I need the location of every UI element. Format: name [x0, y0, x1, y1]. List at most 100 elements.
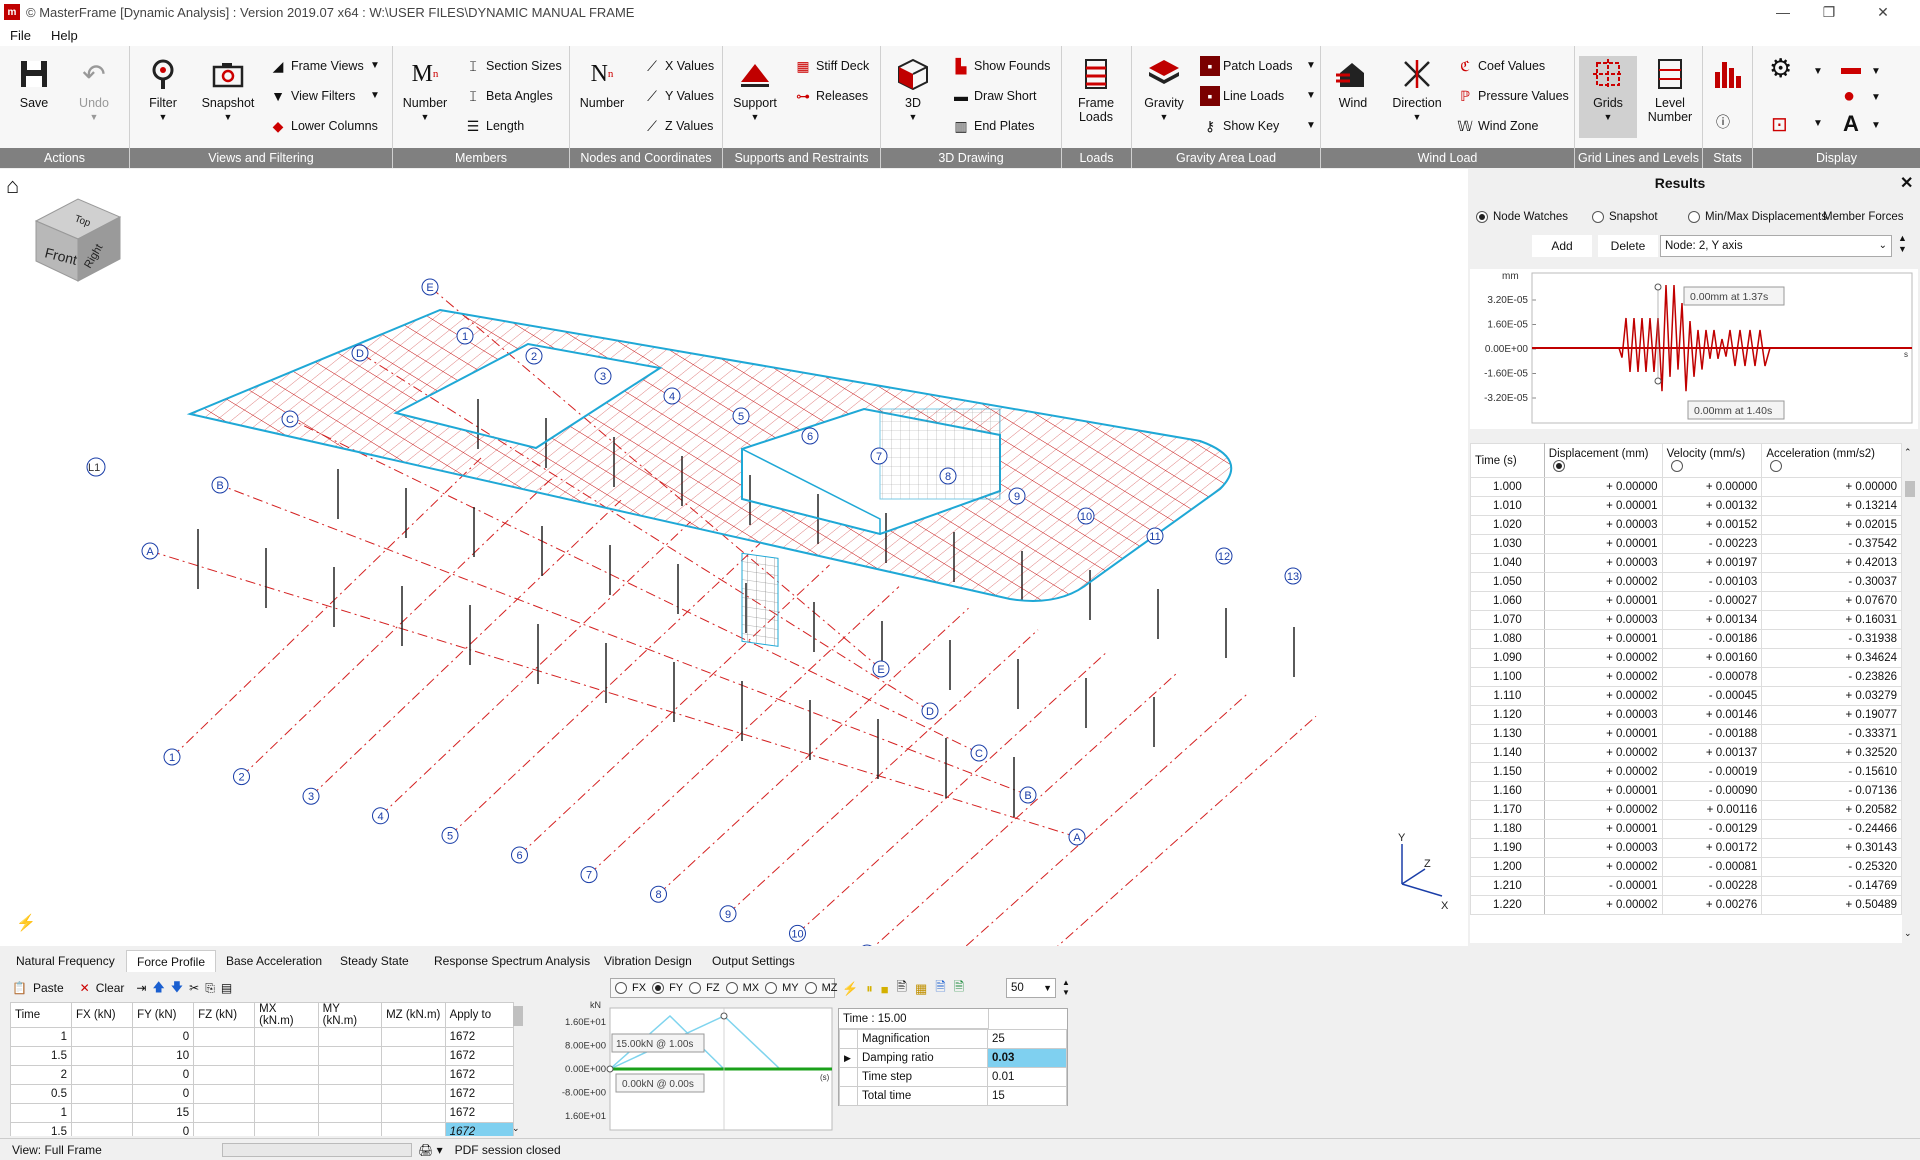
speed-spin-icon[interactable]: ▲ ▼ [1062, 978, 1070, 998]
force-row[interactable]: 1.5 10 1672 [10, 1046, 514, 1066]
force-scroll-down-icon[interactable]: ⌄ [512, 1123, 520, 1134]
node-display-button[interactable]: ⊡ [1771, 112, 1788, 136]
force-row[interactable]: 0.5 0 1672 [10, 1084, 514, 1104]
node-watches-radio[interactable]: Node Watches [1476, 211, 1568, 223]
force-cell[interactable] [381, 1046, 446, 1066]
result-row[interactable]: 1.220 + 0.00002 + 0.00276 + 0.50489 [1470, 895, 1902, 915]
end-plates-button[interactable]: ▥ End Plates [951, 114, 1034, 138]
result-row[interactable]: 1.190 + 0.00003 + 0.00172 + 0.30143 [1470, 838, 1902, 858]
force-cell[interactable] [193, 1027, 256, 1047]
force-cell[interactable]: 0 [132, 1122, 195, 1136]
scroll-down-icon[interactable]: ⌄ [1904, 928, 1912, 939]
section-sizes-button[interactable]: 𝙸 Section Sizes [463, 54, 562, 78]
force-cell[interactable]: 1672 [444, 1122, 514, 1136]
color-dropdown-icon[interactable]: ▼ [1871, 92, 1881, 103]
result-row[interactable]: 1.160 + 0.00001- 0.00090- 0.07136 [1470, 781, 1902, 801]
tab-response-spectrum[interactable]: Response Spectrum Analysis [424, 950, 600, 972]
setting-row[interactable]: Magnification 25 [839, 1029, 1067, 1049]
force-cell[interactable]: 0 [132, 1084, 195, 1104]
force-cell[interactable]: 1 [10, 1103, 73, 1123]
force-profile-graph[interactable]: kN 1.60E+01 8.00E+00 0.00E+00 -8.00E+00 1.60… [550, 1000, 835, 1132]
result-row[interactable]: 1.120 + 0.00003 + 0.00146 + 0.19077 [1470, 705, 1902, 725]
force-cell[interactable] [254, 1065, 319, 1085]
solve-icon[interactable]: ⚡ [842, 981, 858, 997]
force-cell[interactable]: 15 [132, 1103, 195, 1123]
length-button[interactable]: ☰ Length [463, 114, 525, 138]
result-row[interactable]: 1.090 + 0.00002 + 0.00160 + 0.34624 [1470, 648, 1902, 668]
minimize-button[interactable]: — [1760, 0, 1806, 24]
force-row[interactable]: 1 15 1672 [10, 1103, 514, 1123]
add-button[interactable]: Add [1532, 235, 1592, 257]
force-cell[interactable] [193, 1046, 256, 1066]
close-panel-icon[interactable]: ✕ [1900, 173, 1913, 193]
node-display-dropdown-icon[interactable]: ▼ [1813, 118, 1823, 129]
copy-icon[interactable]: ⎘ [205, 981, 215, 996]
tab-force-profile[interactable]: Force Profile [126, 950, 217, 972]
wind-zone-button[interactable]: 𝕎 Wind Zone [1455, 114, 1538, 138]
force-cell[interactable] [71, 1122, 134, 1136]
tab-steady-state[interactable]: Steady State [330, 950, 419, 972]
force-row[interactable]: 1.5 0 1672 [10, 1122, 514, 1136]
stats-info-button[interactable]: ⓘ [1713, 110, 1736, 134]
profile-radio-my[interactable]: MY [765, 982, 799, 995]
force-cell[interactable] [317, 1122, 383, 1136]
setting-value[interactable]: 15 [987, 1086, 1067, 1106]
force-cell[interactable]: 1672 [444, 1103, 514, 1123]
frame-views-button[interactable]: ◢ Frame Views [268, 54, 364, 78]
frame-loads-button[interactable]: Frame Loads [1068, 56, 1124, 138]
paste-special-icon[interactable]: ▤ [221, 981, 232, 995]
show-founds-button[interactable]: ▙ Show Founds [951, 54, 1051, 78]
force-scroll-thumb[interactable] [513, 1006, 523, 1026]
line-style-dropdown-icon[interactable]: ▼ [1871, 66, 1881, 77]
displacement-graph[interactable]: mm 3.20E-05 1.60E-05 0.00E+00 -1.60E-05 -3.2… [1470, 269, 1918, 429]
force-cell[interactable]: 1672 [444, 1065, 514, 1085]
z-values-button[interactable]: ⟋ Z Values [642, 114, 713, 138]
level-number-button[interactable]: Level Number [1641, 56, 1699, 138]
result-row[interactable]: 1.040 + 0.00003 + 0.00197 + 0.42013 [1470, 553, 1902, 573]
force-cell[interactable] [193, 1084, 256, 1104]
paste-button[interactable]: Paste [33, 981, 64, 995]
profile-radio-fz[interactable]: FZ [689, 982, 720, 995]
minmax-radio[interactable]: Min/Max Displacements [1688, 211, 1827, 223]
pause-icon[interactable]: ⏸ [866, 981, 873, 997]
results-scrollbar[interactable]: ⌃ ⌄ [1902, 443, 1918, 943]
wind-button[interactable]: Wind [1325, 56, 1381, 138]
result-row[interactable]: 1.140 + 0.00002 + 0.00137 + 0.32520 [1470, 743, 1902, 763]
menu-file[interactable]: File [0, 28, 41, 43]
force-cell[interactable] [71, 1027, 134, 1047]
patch-loads-button[interactable]: ▪ Patch Loads [1200, 54, 1293, 78]
node-spin-icon[interactable]: ▲ ▼ [1898, 233, 1907, 255]
force-cell[interactable]: 1 [10, 1027, 73, 1047]
line-loads-button[interactable]: ▪ Line Loads [1200, 84, 1284, 108]
force-cell[interactable] [254, 1122, 319, 1136]
result-row[interactable]: 1.020 + 0.00003 + 0.00152 + 0.02015 [1470, 515, 1902, 535]
pdf-icon[interactable]: 🖨 ▾ [418, 1143, 443, 1157]
force-cell[interactable] [317, 1027, 383, 1047]
restore-button[interactable]: ❐ [1806, 0, 1852, 24]
run-icon[interactable]: ⚡ [16, 913, 36, 933]
font-button[interactable]: A [1843, 111, 1859, 136]
force-cell[interactable] [317, 1046, 383, 1066]
result-row[interactable]: 1.070 + 0.00003 + 0.00134 + 0.16031 [1470, 610, 1902, 630]
force-cell[interactable] [193, 1103, 256, 1123]
close-window-button[interactable]: ✕ [1860, 0, 1906, 24]
force-cell[interactable] [254, 1046, 319, 1066]
pressure-values-button[interactable]: ℙ Pressure Values [1455, 84, 1569, 108]
save-button[interactable]: Save [6, 56, 62, 138]
force-cell[interactable] [254, 1027, 319, 1047]
force-cell[interactable] [381, 1065, 446, 1085]
force-cell[interactable]: 0 [132, 1065, 195, 1085]
force-cell[interactable]: 1.5 [10, 1122, 73, 1136]
result-row[interactable]: 1.110 + 0.00002- 0.00045 + 0.03279 [1470, 686, 1902, 706]
setting-row[interactable]: Total time 15 [839, 1086, 1067, 1106]
result-row[interactable]: 1.080 + 0.00001- 0.00186- 0.31938 [1470, 629, 1902, 649]
tab-base-acceleration[interactable]: Base Acceleration [216, 950, 332, 972]
node-number-button[interactable]: Nn Number [574, 56, 630, 138]
force-row[interactable]: 2 0 1672 [10, 1065, 514, 1085]
profile-radio-mx[interactable]: MX [725, 982, 759, 995]
force-cell[interactable] [381, 1103, 446, 1123]
show-key-dropdown-icon[interactable]: ▼ [1306, 120, 1316, 131]
force-cell[interactable]: 1672 [444, 1084, 514, 1104]
support-button[interactable]: Support ▼ [727, 56, 783, 138]
setting-value[interactable]: 0.03 [987, 1048, 1067, 1068]
